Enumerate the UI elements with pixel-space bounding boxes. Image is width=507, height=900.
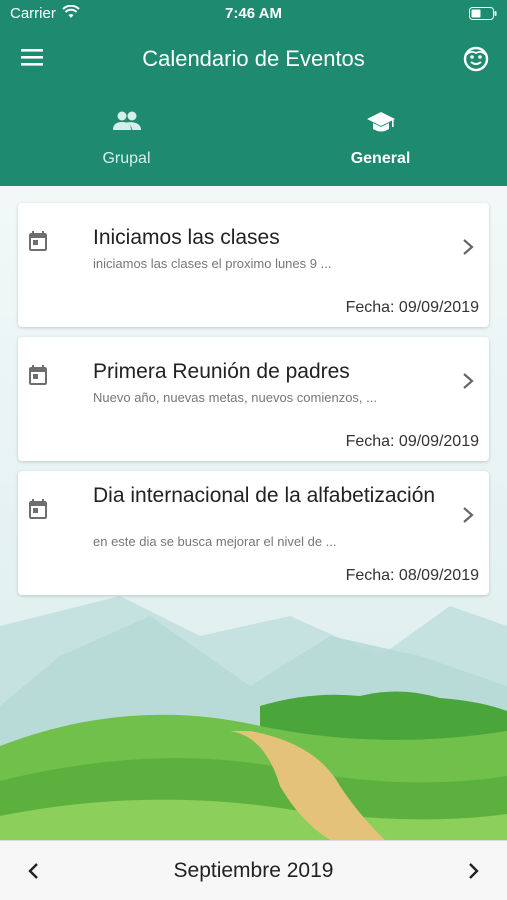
- event-card[interactable]: Primera Reunión de padres Nuevo año, nue…: [18, 337, 489, 461]
- page-title: Calendario de Eventos: [142, 46, 365, 71]
- profile-button[interactable]: [461, 44, 491, 74]
- tab-grupal-label: Grupal: [102, 150, 151, 167]
- battery-icon: [469, 7, 497, 24]
- tab-grupal[interactable]: Grupal: [0, 92, 253, 186]
- event-title: Primera Reunión de padres: [93, 360, 350, 383]
- event-title: Dia internacional de la alfabetización: [93, 484, 436, 507]
- calendar-icon: [29, 499, 47, 519]
- face-icon: [463, 46, 489, 72]
- event-title: Iniciamos las clases: [93, 226, 280, 249]
- event-card[interactable]: Iniciamos las clases iniciamos las clase…: [18, 203, 489, 327]
- event-date: Fecha: 08/09/2019: [345, 567, 479, 584]
- tab-bar: Grupal General: [0, 92, 507, 278]
- event-description: iniciamos las clases el proximo lunes 9 …: [93, 256, 332, 271]
- event-card[interactable]: Dia internacional de la alfabetización e…: [18, 471, 489, 595]
- month-navigation: Septiembre 2019: [0, 840, 507, 900]
- chevron-right-icon: [463, 239, 474, 255]
- status-bar: Carrier 7:46 AM: [0, 0, 507, 28]
- next-month-button[interactable]: [461, 859, 485, 883]
- clock: 7:46 AM: [225, 5, 282, 22]
- tab-general[interactable]: General: [254, 92, 507, 186]
- app-bar: Calendario de Eventos: [0, 28, 507, 92]
- school-icon: [254, 110, 507, 139]
- calendar-icon: [29, 365, 47, 385]
- event-date: Fecha: 09/09/2019: [345, 433, 479, 450]
- chevron-right-icon: [463, 507, 474, 523]
- group-icon: [0, 110, 253, 137]
- chevron-right-icon: [469, 863, 479, 879]
- event-description: Nuevo año, nuevas metas, nuevos comienzo…: [93, 390, 377, 405]
- current-month-label: Septiembre 2019: [173, 859, 334, 882]
- calendar-icon: [29, 231, 47, 251]
- chevron-right-icon: [463, 373, 474, 389]
- tab-general-label: General: [350, 150, 411, 167]
- event-date: Fecha: 09/09/2019: [345, 299, 479, 316]
- event-description: en este dia se busca mejorar el nivel de…: [93, 534, 337, 549]
